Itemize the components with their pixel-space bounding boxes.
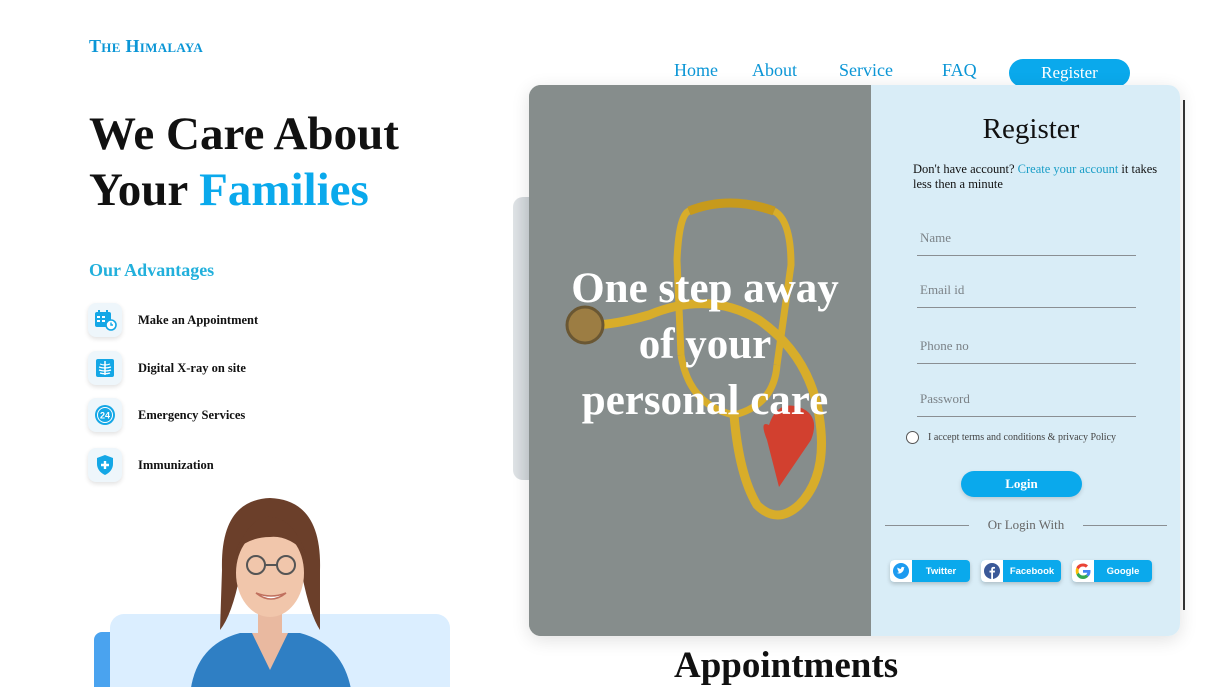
nav-home-link[interactable]: Home bbox=[674, 60, 718, 81]
login-button[interactable]: Login bbox=[961, 471, 1082, 497]
advantage-item-immunization: Immunization bbox=[88, 448, 214, 482]
phone-field bbox=[917, 328, 1136, 364]
advantage-item-xray: Digital X-ray on site bbox=[88, 351, 246, 385]
google-label: Google bbox=[1106, 565, 1140, 577]
nav-about-link[interactable]: About bbox=[752, 60, 797, 81]
name-input[interactable] bbox=[917, 220, 1136, 255]
phone-input[interactable] bbox=[917, 328, 1136, 363]
nav-faq-link[interactable]: FAQ bbox=[942, 60, 977, 81]
or-login-with-label: Or Login With bbox=[987, 517, 1065, 532]
modal-scrollbar[interactable] bbox=[1183, 100, 1185, 610]
google-icon bbox=[1072, 560, 1094, 582]
subtitle-prefix: Don't have account? bbox=[913, 162, 1015, 176]
nav-service-link[interactable]: Service bbox=[839, 60, 893, 81]
hero-line2-accent: Families bbox=[199, 164, 369, 216]
twitter-label: Twitter bbox=[925, 565, 957, 577]
name-field bbox=[917, 220, 1136, 256]
email-input[interactable] bbox=[917, 272, 1136, 307]
terms-row: I accept terms and conditions & privacy … bbox=[906, 431, 1116, 444]
xray-icon bbox=[88, 351, 122, 385]
advantage-label: Digital X-ray on site bbox=[138, 360, 246, 375]
hero-line2-prefix: Your bbox=[89, 164, 188, 216]
facebook-login-button[interactable]: Facebook bbox=[981, 560, 1061, 582]
email-field bbox=[917, 272, 1136, 308]
twitter-icon bbox=[890, 560, 912, 582]
doctor-photo bbox=[191, 498, 351, 687]
hero-line1: We Care About bbox=[89, 108, 399, 160]
advantages-title: Our Advantages bbox=[89, 260, 215, 280]
nav-register-button[interactable]: Register bbox=[1009, 59, 1130, 87]
facebook-icon bbox=[981, 560, 1003, 582]
register-title: Register bbox=[982, 113, 1080, 145]
terms-label: I accept terms and conditions & privacy … bbox=[928, 432, 1117, 443]
advantage-item-appointment: Make an Appointment bbox=[88, 303, 258, 337]
terms-radio[interactable] bbox=[906, 431, 919, 444]
advantage-item-emergency: 24 Emergency Services bbox=[88, 398, 245, 432]
register-form-panel: Register Don't have account? Create your… bbox=[871, 85, 1180, 636]
modal-tagline: One step away of your personal care bbox=[571, 265, 839, 424]
appointments-heading: Appointments bbox=[674, 645, 899, 686]
google-login-button[interactable]: Google bbox=[1072, 560, 1152, 582]
advantage-label: Emergency Services bbox=[138, 407, 246, 422]
advantage-label: Make an Appointment bbox=[138, 312, 259, 327]
create-account-link[interactable]: Create your account bbox=[1018, 162, 1119, 176]
password-field bbox=[917, 381, 1136, 417]
divider-right bbox=[1083, 525, 1167, 526]
register-modal: One step away of your personal care Regi… bbox=[529, 85, 1180, 636]
shield-plus-icon bbox=[88, 448, 122, 482]
calendar-clock-icon bbox=[88, 303, 122, 337]
brand-logo[interactable]: The Himalaya bbox=[89, 36, 203, 57]
advantage-label: Immunization bbox=[138, 457, 214, 472]
password-input[interactable] bbox=[917, 381, 1136, 416]
twitter-login-button[interactable]: Twitter bbox=[890, 560, 970, 582]
register-subtitle: Don't have account? Create your account … bbox=[913, 162, 1168, 192]
svg-text:24: 24 bbox=[100, 411, 110, 421]
facebook-label: Facebook bbox=[1009, 565, 1055, 577]
divider-left bbox=[885, 525, 969, 526]
24-hour-icon: 24 bbox=[88, 398, 122, 432]
modal-photo-panel: One step away of your personal care bbox=[529, 85, 871, 636]
hero-heading: We Care About Your Families bbox=[89, 106, 399, 218]
